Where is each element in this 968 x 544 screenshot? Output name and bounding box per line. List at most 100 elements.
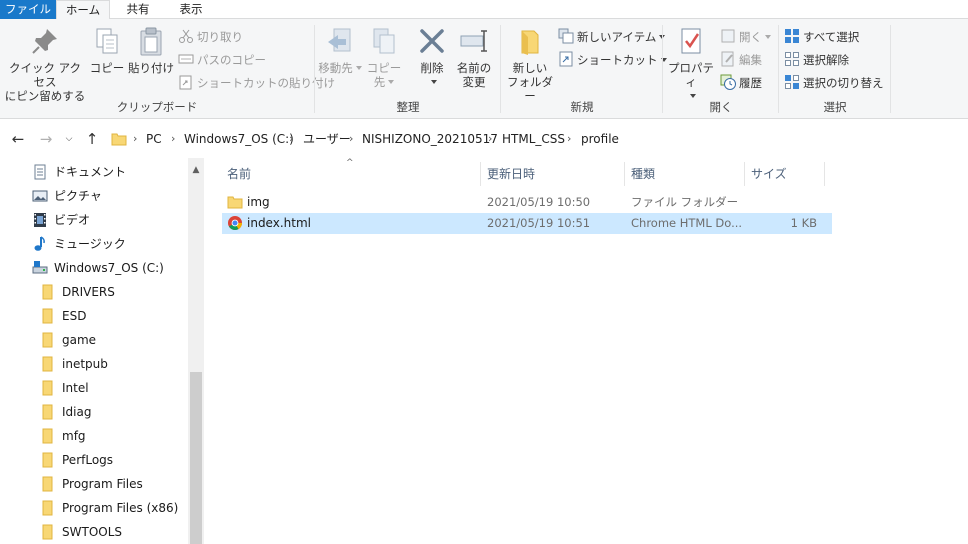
paste-shortcut-icon <box>178 74 194 90</box>
history-label: 履歴 <box>739 76 762 90</box>
breadcrumb-pc[interactable]: PC <box>146 128 162 150</box>
select-none-label: 選択解除 <box>803 53 849 67</box>
select-none-button[interactable]: 選択解除 <box>784 50 849 70</box>
pin-quick-access-button[interactable]: クイック アクセス にピン留めする <box>4 25 86 103</box>
pictures-icon <box>32 188 48 204</box>
tab-share[interactable]: 共有 <box>114 0 162 19</box>
folder-icon <box>40 332 56 348</box>
nav-item-label: ミュージック <box>54 237 126 251</box>
folder-icon <box>227 196 243 209</box>
nav-pane-scroll-thumb[interactable] <box>190 372 202 544</box>
breadcrumb-chevron-icon: › <box>171 132 176 145</box>
new-folder-button[interactable]: 新しい フォルダー <box>504 25 556 103</box>
paste-button[interactable]: 貼り付け <box>126 25 176 75</box>
nav-item-label: game <box>62 333 97 347</box>
nav-item-label: ビデオ <box>54 213 91 227</box>
column-divider[interactable] <box>624 162 625 186</box>
folder-icon <box>40 404 56 420</box>
paste-shortcut-button[interactable]: ショートカットの貼り付け <box>178 73 335 93</box>
group-select: すべて選択 選択解除 選択の切り替え 選択 <box>780 23 890 117</box>
nav-item-folder[interactable]: Program Files (x86) <box>40 496 178 520</box>
nav-item-folder[interactable]: DRIVERS <box>40 280 115 304</box>
column-divider[interactable] <box>824 162 825 186</box>
new-item-button[interactable]: 新しいアイテム <box>558 27 666 47</box>
nav-item-videos[interactable]: ビデオ <box>32 208 90 232</box>
delete-button[interactable]: 削除 <box>414 25 450 89</box>
file-modified: 2021/05/19 10:51 <box>487 216 591 230</box>
breadcrumb-users[interactable]: ユーザー <box>303 128 351 150</box>
nav-item-label: Idiag <box>62 405 92 419</box>
nav-item-folder[interactable]: mfg <box>40 424 86 448</box>
nav-item-folder[interactable]: Intel <box>40 376 89 400</box>
nav-item-pictures[interactable]: ピクチャ <box>32 184 102 208</box>
file-size: 1 KB <box>790 216 817 230</box>
column-header-size[interactable]: サイズ <box>751 162 821 186</box>
tab-view[interactable]: 表示 <box>166 0 216 19</box>
nav-item-folder[interactable]: SWTOOLS <box>40 520 122 544</box>
address-bar[interactable]: › PC › Windows7_OS (C:) › ユーザー › NISHIZO… <box>104 127 968 151</box>
column-header-name[interactable]: 名前 <box>227 162 477 186</box>
tab-home[interactable]: ホーム <box>56 0 110 20</box>
up-arrow-icon: ↑ <box>85 130 99 148</box>
rename-button[interactable]: 名前の 変更 <box>452 25 496 89</box>
documents-icon <box>32 164 48 180</box>
ribbon-divider <box>500 25 501 113</box>
column-divider[interactable] <box>480 162 481 186</box>
breadcrumb-html-css[interactable]: HTML_CSS <box>502 128 565 150</box>
select-none-icon <box>784 51 800 67</box>
table-row[interactable]: index.html 2021/05/19 10:51 Chrome HTML … <box>222 213 832 234</box>
nav-item-label: ピクチャ <box>54 189 102 203</box>
nav-item-documents[interactable]: ドキュメント <box>32 160 126 184</box>
properties-button[interactable]: プロパティ <box>666 25 716 103</box>
copy-to-button[interactable]: コピー先 <box>362 25 406 89</box>
scroll-up-icon[interactable]: ▲ <box>188 162 204 178</box>
nav-item-folder[interactable]: ESD <box>40 304 86 328</box>
nav-item-folder[interactable]: Program Files <box>40 472 143 496</box>
copy-icon <box>96 28 118 54</box>
history-button[interactable]: 履歴 <box>720 73 762 93</box>
shortcut-icon <box>558 51 574 67</box>
edit-pencil-icon <box>720 51 736 67</box>
invert-selection-icon <box>784 74 800 90</box>
nav-item-folder[interactable]: game <box>40 328 96 352</box>
delete-label: 削除 <box>420 61 444 75</box>
move-to-button[interactable]: 移動先 <box>318 25 362 75</box>
column-header-type[interactable]: 種類 <box>631 162 741 186</box>
tab-file[interactable]: ファイル <box>0 0 56 19</box>
breadcrumb-c-drive[interactable]: Windows7_OS (C:) <box>184 128 294 150</box>
nav-item-label: Intel <box>62 381 89 395</box>
column-divider[interactable] <box>744 162 745 186</box>
back-arrow-icon: ← <box>11 130 25 148</box>
select-all-label: すべて選択 <box>803 30 860 44</box>
copy-button[interactable]: コピー <box>88 25 126 75</box>
breadcrumb-chevron-icon: › <box>133 132 138 145</box>
chevron-down-icon: ⌵ <box>65 134 73 144</box>
invert-selection-button[interactable]: 選択の切り替え <box>784 73 884 93</box>
nav-item-label: Program Files (x86) <box>62 501 179 515</box>
nav-item-music[interactable]: ミュージック <box>32 232 126 256</box>
nav-item-folder[interactable]: PerfLogs <box>40 448 113 472</box>
select-all-button[interactable]: すべて選択 <box>784 27 859 47</box>
easy-access-shortcut-button[interactable]: ショートカット <box>558 50 667 70</box>
paste-label: 貼り付け <box>128 61 174 75</box>
folder-icon <box>40 284 56 300</box>
ribbon-tab-bar: ファイル ホーム 共有 表示 <box>0 0 968 20</box>
table-row[interactable]: img 2021/05/19 10:50 ファイル フォルダー <box>222 192 832 213</box>
nav-item-folder[interactable]: inetpub <box>40 352 108 376</box>
file-type: Chrome HTML Do... <box>631 216 743 230</box>
open-button[interactable]: 開く <box>720 27 771 47</box>
copy-path-button[interactable]: パスのコピー <box>178 50 266 70</box>
nav-item-c-drive[interactable]: Windows7_OS (C:) <box>32 256 164 280</box>
up-button[interactable]: ↑ <box>82 129 102 149</box>
breadcrumb-user-folder[interactable]: NISHIZONO_20210517 <box>362 128 498 150</box>
properties-check-icon <box>681 28 701 54</box>
column-header-modified[interactable]: 更新日時 <box>487 162 627 186</box>
open-group-label: 開く <box>709 100 733 114</box>
cut-button[interactable]: 切り取り <box>178 27 243 47</box>
recent-locations-button[interactable]: ⌵ <box>62 129 76 149</box>
nav-item-folder[interactable]: Idiag <box>40 400 91 424</box>
back-button[interactable]: ← <box>8 129 28 149</box>
forward-button[interactable]: → <box>36 129 56 149</box>
edit-button[interactable]: 編集 <box>720 50 762 70</box>
breadcrumb-profile[interactable]: profile <box>581 128 619 150</box>
